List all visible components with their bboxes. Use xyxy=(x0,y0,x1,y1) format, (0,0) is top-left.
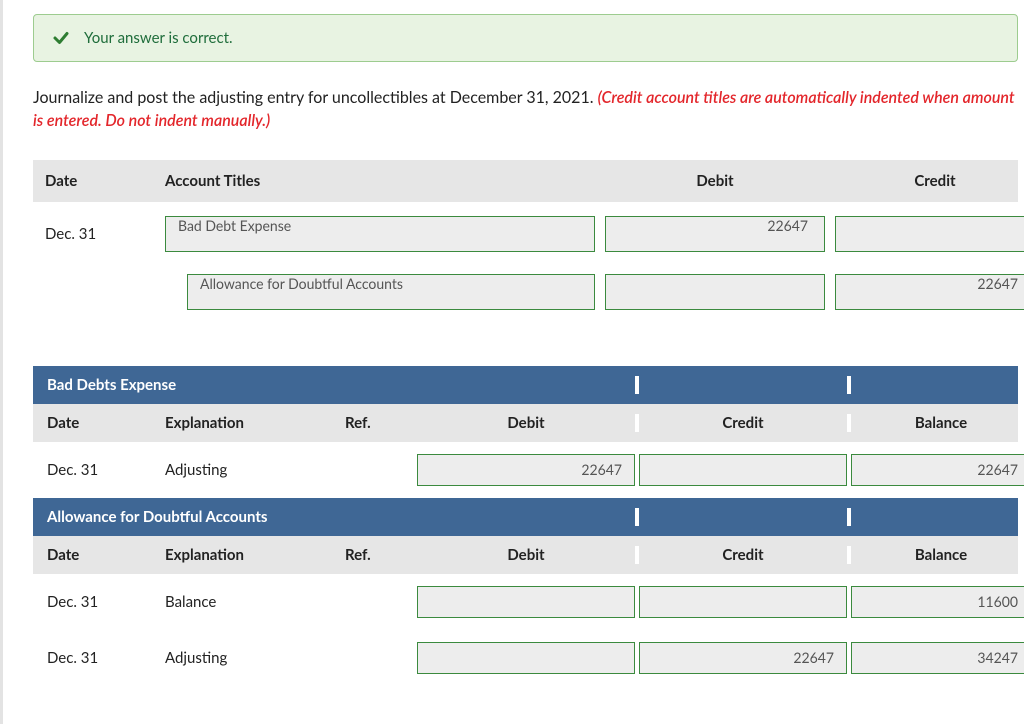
ledger-row: Dec. 31 Adjusting 22647 22647 xyxy=(33,442,1018,498)
banner-text: Your answer is correct. xyxy=(84,29,233,47)
journal-header-titles: Account Titles xyxy=(165,172,595,190)
correct-answer-banner: Your answer is correct. xyxy=(33,14,1018,62)
ledger-explanation: Balance xyxy=(165,593,345,611)
ledger-header-row: Date Explanation Ref. Debit Credit Balan… xyxy=(33,404,1018,442)
ledger-header-ref: Ref. xyxy=(345,546,417,564)
ledger-balance-input[interactable]: 11600 xyxy=(851,586,1024,618)
ledger-credit-input[interactable] xyxy=(639,586,847,618)
credit-input[interactable] xyxy=(835,216,1024,252)
ledger-header-credit: Credit xyxy=(639,546,847,564)
ledger-header-date: Date xyxy=(47,546,165,564)
ledger-header-explanation: Explanation xyxy=(165,546,345,564)
account-title-input[interactable]: Allowance for Doubtful Accounts xyxy=(187,274,595,310)
debit-input[interactable] xyxy=(605,274,825,310)
ledger-credit-input[interactable] xyxy=(639,454,847,486)
ledger-date: Dec. 31 xyxy=(47,649,165,667)
debit-input[interactable]: 22647 xyxy=(605,216,825,252)
check-icon xyxy=(52,29,70,47)
journal-row: Dec. 31 Bad Debt Expense 22647 xyxy=(33,202,1018,252)
ledger-header-credit: Credit xyxy=(639,414,847,432)
journal-header-credit: Credit xyxy=(835,172,1024,190)
ledger-balance-input[interactable]: 34247 xyxy=(851,642,1024,674)
ledger-header-debit: Debit xyxy=(417,414,635,432)
ledger-header-debit: Debit xyxy=(417,546,635,564)
ledger-title-row: Bad Debts Expense xyxy=(33,366,1018,404)
journal-header-debit: Debit xyxy=(605,172,825,190)
ledger-header-row: Date Explanation Ref. Debit Credit Balan… xyxy=(33,536,1018,574)
ledger-balance-input[interactable]: 22647 xyxy=(851,454,1024,486)
ledger-debit-input[interactable] xyxy=(417,642,635,674)
journal-header-row: Date Account Titles Debit Credit xyxy=(33,160,1018,202)
journal-row: Allowance for Doubtful Accounts 22647 xyxy=(33,252,1018,310)
ledger-title: Bad Debts Expense xyxy=(47,376,417,394)
ledger-header-balance: Balance xyxy=(851,546,1024,564)
ledger-header-explanation: Explanation xyxy=(165,414,345,432)
ledger-date: Dec. 31 xyxy=(47,461,165,479)
ledger-title-row: Allowance for Doubtful Accounts xyxy=(33,498,1018,536)
credit-input[interactable]: 22647 xyxy=(835,274,1024,310)
journal-header-date: Date xyxy=(45,172,155,190)
ledger-block: Allowance for Doubtful Accounts Date Exp… xyxy=(33,498,1018,686)
question-instruction: Journalize and post the adjusting entry … xyxy=(33,86,1018,132)
ledger-explanation: Adjusting xyxy=(165,461,345,479)
ledger-date: Dec. 31 xyxy=(47,593,165,611)
ledger-header-balance: Balance xyxy=(851,414,1024,432)
instruction-plain: Journalize and post the adjusting entry … xyxy=(33,88,598,107)
ledger-debit-input[interactable] xyxy=(417,586,635,618)
ledger-row: Dec. 31 Adjusting 22647 34247 xyxy=(33,630,1018,686)
ledger-explanation: Adjusting xyxy=(165,649,345,667)
ledger-credit-input[interactable]: 22647 xyxy=(639,642,847,674)
ledger-header-ref: Ref. xyxy=(345,414,417,432)
journal-date: Dec. 31 xyxy=(45,225,155,243)
ledger-title: Allowance for Doubtful Accounts xyxy=(47,508,417,526)
ledger-header-date: Date xyxy=(47,414,165,432)
account-title-input[interactable]: Bad Debt Expense xyxy=(165,216,595,252)
ledger-debit-input[interactable]: 22647 xyxy=(417,454,635,486)
ledger-block: Bad Debts Expense Date Explanation Ref. … xyxy=(33,366,1018,498)
ledger-row: Dec. 31 Balance 11600 xyxy=(33,574,1018,630)
